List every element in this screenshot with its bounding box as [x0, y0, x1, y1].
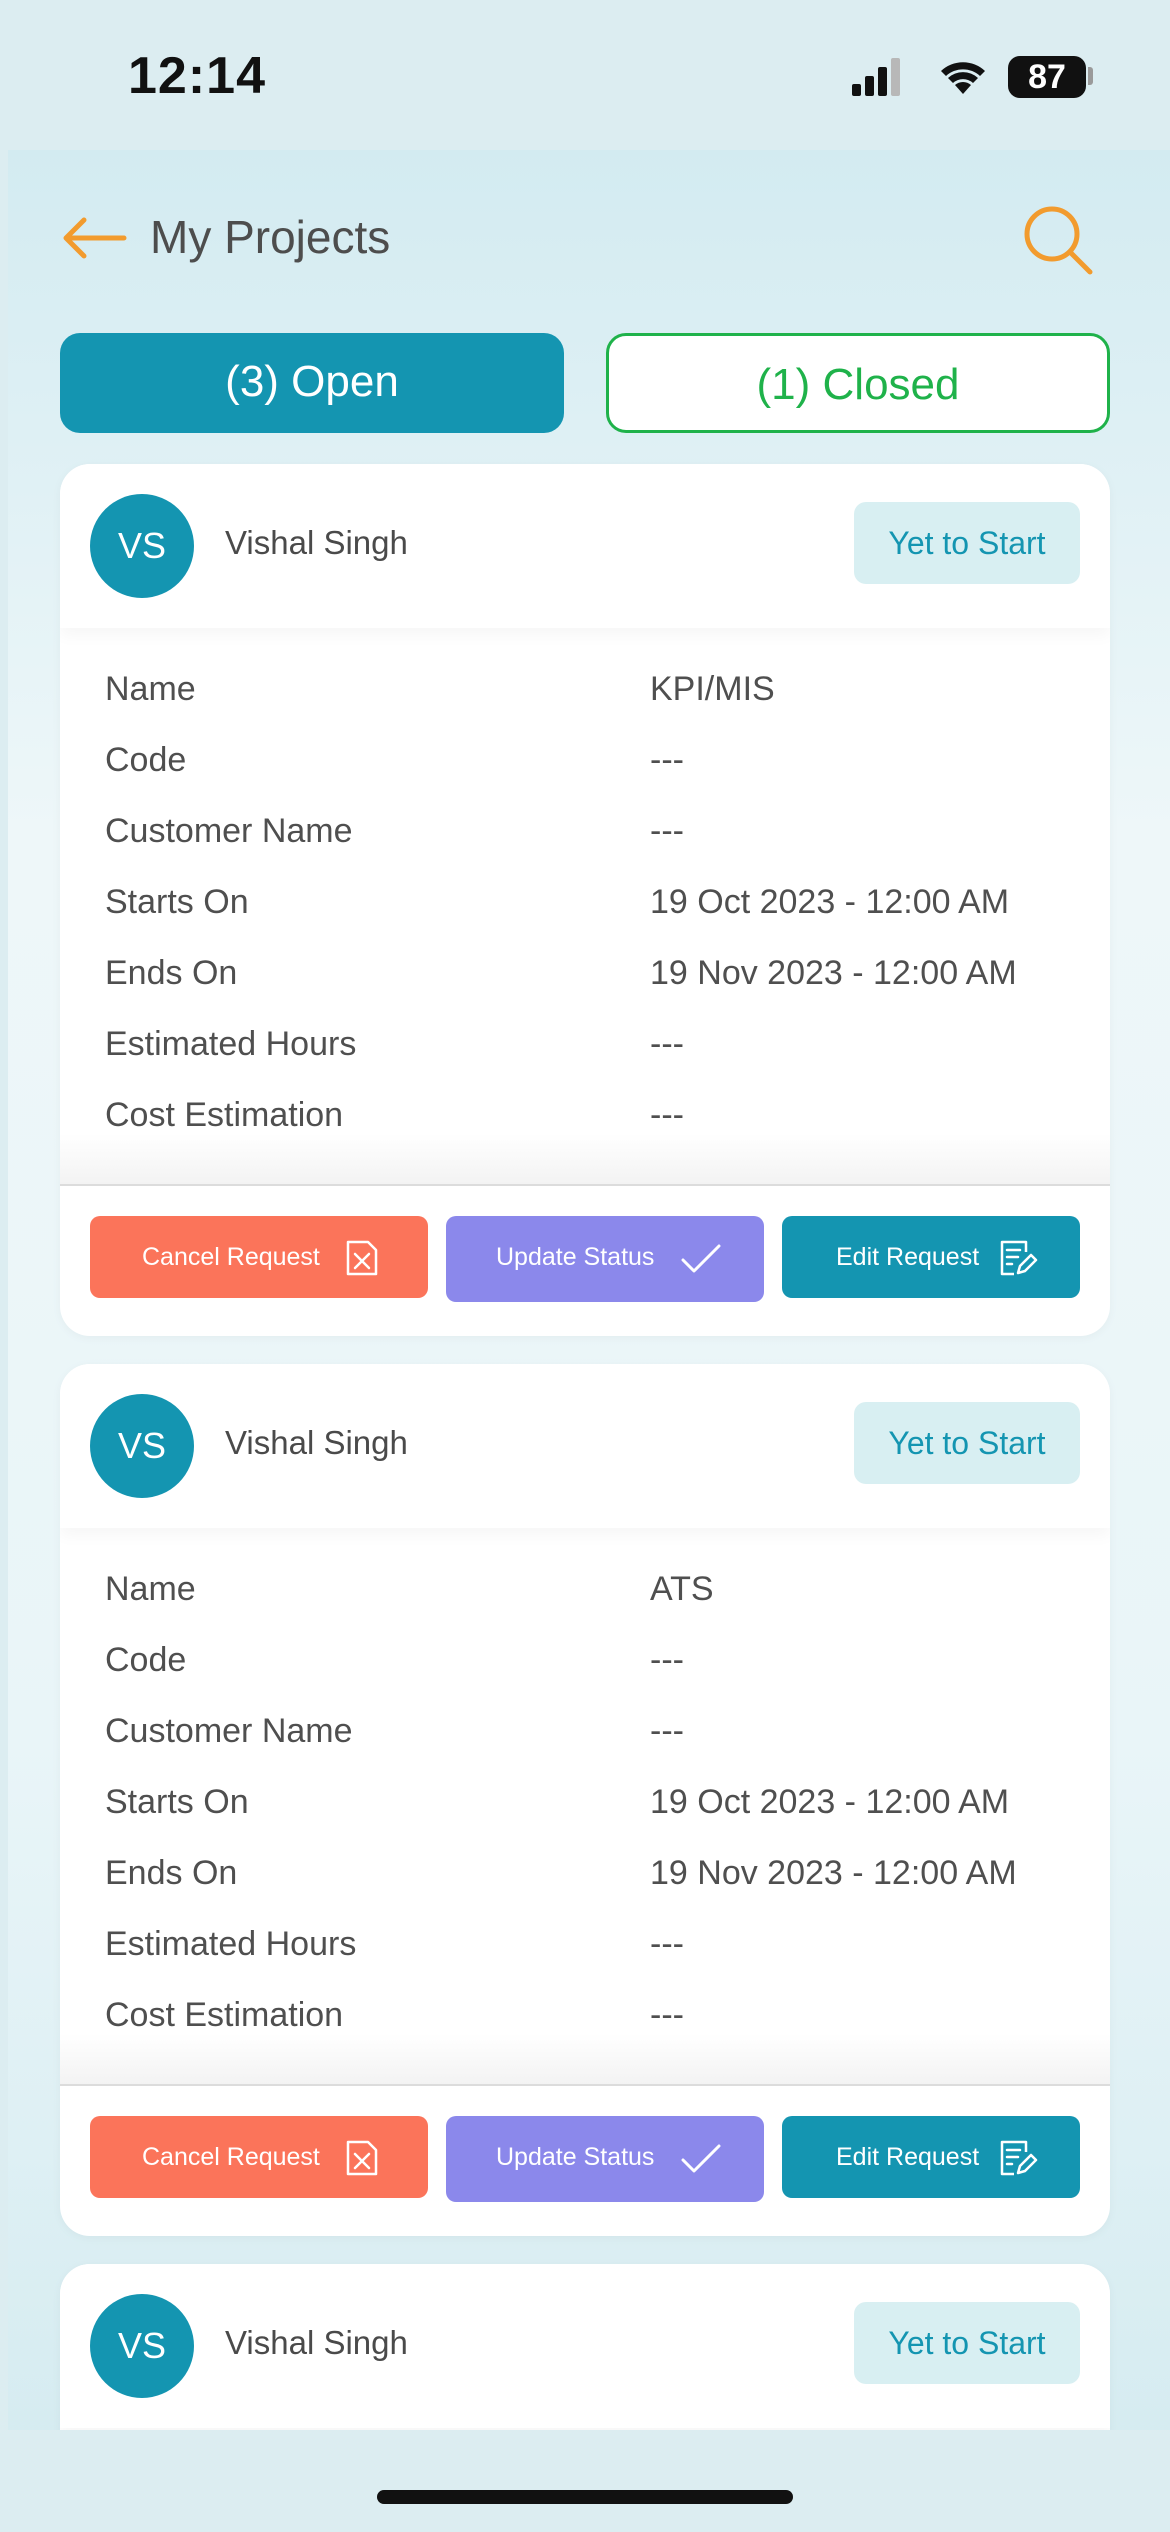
status-badge: Yet to Start [854, 502, 1080, 584]
detail-value: --- [650, 1925, 684, 1963]
detail-row-hours: Estimated Hours --- [60, 1925, 1110, 1996]
detail-value: --- [650, 1996, 684, 2034]
detail-label: Estimated Hours [105, 1025, 357, 1063]
project-card[interactable]: VS Vishal Singh Yet to Start Name ATS Co… [60, 1364, 1110, 2236]
update-status-label: Update Status [496, 2143, 655, 2171]
tab-open[interactable]: (3) Open [60, 333, 564, 433]
detail-label: Ends On [105, 1854, 238, 1892]
detail-label: Starts On [105, 1783, 249, 1821]
card-header: VS Vishal Singh Yet to Start [60, 2264, 1110, 2428]
card-details: Name KPI/MIS Code --- Customer Name --- … [60, 628, 1110, 1184]
update-status-label: Update Status [496, 1243, 655, 1271]
battery-nub [1088, 67, 1093, 85]
detail-value: 19 Oct 2023 - 12:00 AM [650, 1783, 1010, 1821]
owner-name: Vishal Singh [225, 524, 408, 561]
battery-indicator: 87 [1008, 56, 1086, 98]
cancel-doc-icon [346, 1240, 378, 1276]
detail-label: Cost Estimation [105, 1996, 344, 2034]
cellular-signal-icon [852, 58, 900, 96]
detail-row-customer: Customer Name --- [60, 812, 1110, 883]
tab-closed[interactable]: (1) Closed [606, 333, 1110, 433]
detail-value: --- [650, 1712, 684, 1750]
avatar: VS [90, 1394, 194, 1498]
project-card[interactable]: VS Vishal Singh Yet to Start [60, 2264, 1110, 2430]
detail-row-ends: Ends On 19 Nov 2023 - 12:00 AM [60, 954, 1110, 1025]
detail-row-code: Code --- [60, 1641, 1110, 1712]
detail-row-code: Code --- [60, 741, 1110, 812]
detail-label: Code [105, 741, 187, 779]
check-icon [681, 1244, 721, 1273]
detail-value: --- [650, 812, 684, 850]
card-header: VS Vishal Singh Yet to Start [60, 1364, 1110, 1528]
status-time: 12:14 [128, 47, 266, 105]
status-badge: Yet to Start [854, 2302, 1080, 2384]
card-details: Name ATS Code --- Customer Name --- Star… [60, 1528, 1110, 2084]
card-header: VS Vishal Singh Yet to Start [60, 464, 1110, 628]
detail-row-ends: Ends On 19 Nov 2023 - 12:00 AM [60, 1854, 1110, 1925]
check-icon [681, 2144, 721, 2173]
detail-label: Name [105, 670, 196, 708]
edit-doc-icon [1000, 1240, 1038, 1276]
update-status-button[interactable]: Update Status [446, 1216, 764, 1302]
detail-label: Starts On [105, 883, 249, 921]
cancel-request-label: Cancel Request [142, 2143, 320, 2171]
detail-value: --- [650, 1096, 684, 1134]
edit-request-label: Edit Request [836, 2143, 980, 2171]
avatar: VS [90, 494, 194, 598]
detail-value: 19 Nov 2023 - 12:00 AM [650, 954, 1017, 992]
cancel-request-button[interactable]: Cancel Request [90, 2116, 428, 2198]
detail-value: 19 Nov 2023 - 12:00 AM [650, 1854, 1017, 1892]
status-badge: Yet to Start [854, 1402, 1080, 1484]
detail-row-name: Name ATS [60, 1570, 1110, 1641]
edit-doc-icon [1000, 2140, 1038, 2176]
detail-value: KPI/MIS [650, 670, 775, 708]
detail-row-starts: Starts On 19 Oct 2023 - 12:00 AM [60, 883, 1110, 954]
card-actions: Cancel Request Update Status Edit Reques… [60, 1186, 1110, 1336]
detail-label: Name [105, 1570, 196, 1608]
detail-row-cost: Cost Estimation --- [60, 1996, 1110, 2067]
detail-value: 19 Oct 2023 - 12:00 AM [650, 883, 1010, 921]
cancel-request-button[interactable]: Cancel Request [90, 1216, 428, 1298]
page-title: My Projects [150, 211, 391, 263]
header: My Projects [8, 150, 1170, 320]
wifi-icon [941, 62, 985, 94]
detail-label: Ends On [105, 954, 238, 992]
cancel-request-label: Cancel Request [142, 1243, 320, 1271]
detail-row-customer: Customer Name --- [60, 1712, 1110, 1783]
home-indicator[interactable] [377, 2490, 793, 2504]
detail-value: --- [650, 1025, 684, 1063]
signal-wifi-icons [852, 58, 985, 96]
detail-label: Code [105, 1641, 187, 1679]
owner-name: Vishal Singh [225, 2324, 408, 2361]
back-arrow-icon[interactable] [58, 212, 130, 264]
card-actions: Cancel Request Update Status Edit Reques… [60, 2086, 1110, 2236]
detail-row-starts: Starts On 19 Oct 2023 - 12:00 AM [60, 1783, 1110, 1854]
avatar: VS [90, 2294, 194, 2398]
detail-row-name: Name KPI/MIS [60, 670, 1110, 741]
owner-name: Vishal Singh [225, 1424, 408, 1461]
detail-label: Customer Name [105, 812, 353, 850]
update-status-button[interactable]: Update Status [446, 2116, 764, 2202]
edit-request-button[interactable]: Edit Request [782, 2116, 1080, 2198]
detail-label: Estimated Hours [105, 1925, 357, 1963]
detail-row-hours: Estimated Hours --- [60, 1025, 1110, 1096]
project-card[interactable]: VS Vishal Singh Yet to Start Name KPI/MI… [60, 464, 1110, 1336]
detail-label: Cost Estimation [105, 1096, 344, 1134]
edit-request-button[interactable]: Edit Request [782, 1216, 1080, 1298]
app-screen: My Projects (3) Open (1) Closed VS Visha… [8, 150, 1170, 2430]
search-icon[interactable] [1018, 200, 1098, 280]
detail-value: ATS [650, 1570, 714, 1608]
edit-request-label: Edit Request [836, 1243, 980, 1271]
detail-label: Customer Name [105, 1712, 353, 1750]
detail-value: --- [650, 1641, 684, 1679]
cancel-doc-icon [346, 2140, 378, 2176]
detail-row-cost: Cost Estimation --- [60, 1096, 1110, 1167]
detail-value: --- [650, 741, 684, 779]
status-bar: 12:14 87 [0, 0, 1170, 150]
